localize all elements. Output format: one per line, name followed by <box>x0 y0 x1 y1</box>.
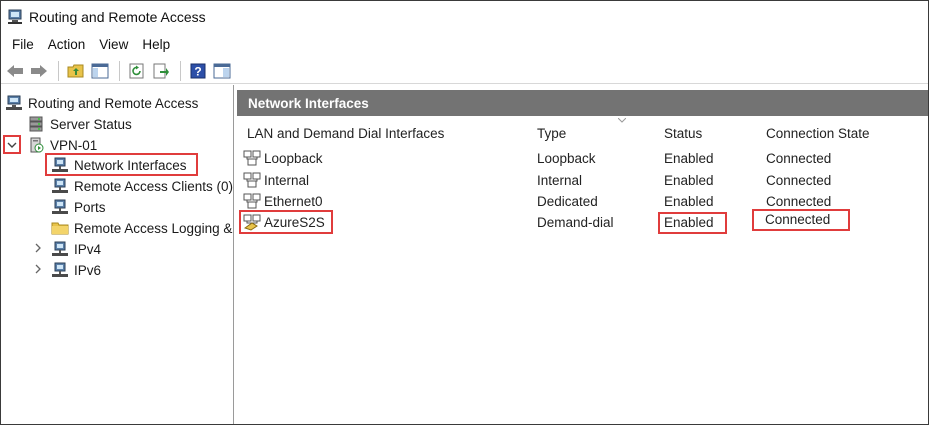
menu-view[interactable]: View <box>92 37 135 52</box>
ports-icon <box>51 199 69 215</box>
interface-name: Internal <box>264 172 310 188</box>
tree-item-remote-access-logging[interactable]: Remote Access Logging & <box>51 218 232 238</box>
network-adapter-icon <box>242 192 262 210</box>
tree-item-label: Network Interfaces <box>74 157 187 173</box>
tree-item-label: Remote Access Logging & <box>74 220 233 236</box>
server-status-icon <box>27 116 45 132</box>
toolbar-separator <box>180 60 181 81</box>
network-interface-icon <box>51 157 69 173</box>
help-icon[interactable]: ? <box>187 60 209 82</box>
folder-icon <box>51 220 69 236</box>
toolbar-separator <box>58 60 59 81</box>
tree-item-label: IPv4 <box>74 241 102 257</box>
table-row[interactable]: AzureS2S <box>242 213 325 231</box>
interface-name: Ethernet0 <box>264 193 323 209</box>
interface-status: Enabled <box>664 215 714 230</box>
interface-type: Demand-dial <box>537 215 614 230</box>
network-adapter-icon <box>242 149 262 167</box>
menu-file[interactable]: File <box>5 37 41 52</box>
demand-dial-icon <box>242 213 262 231</box>
chevron-right-icon[interactable] <box>32 263 44 275</box>
column-header-type[interactable]: Type <box>537 126 566 141</box>
column-header-interfaces[interactable]: LAN and Demand Dial Interfaces <box>247 126 444 141</box>
table-row[interactable]: Internal <box>242 171 309 189</box>
expander-highlight <box>3 135 21 154</box>
console-tree: Routing and Remote Access Server Status … <box>1 85 234 424</box>
forward-icon[interactable] <box>28 60 50 82</box>
routing-app-icon <box>7 9 23 25</box>
window-title: Routing and Remote Access <box>29 8 206 25</box>
tree-item-label: Server Status <box>50 116 132 132</box>
tree-item-network-interfaces[interactable]: Network Interfaces <box>51 155 187 175</box>
routing-server-icon <box>5 95 23 111</box>
interface-status: Enabled <box>664 151 714 166</box>
column-header-connection-state[interactable]: Connection State <box>766 126 870 141</box>
tree-item-server[interactable]: VPN-01 <box>27 135 97 155</box>
interface-status: Enabled <box>664 194 714 209</box>
menu-help[interactable]: Help <box>135 37 177 52</box>
tree-item-label: IPv6 <box>74 262 102 278</box>
back-icon[interactable] <box>4 60 26 82</box>
tree-item-label: Ports <box>74 199 106 215</box>
title-bar: Routing and Remote Access <box>1 1 928 32</box>
tree-item-label: VPN-01 <box>50 137 98 153</box>
interface-name: Loopback <box>264 150 323 166</box>
interface-status: Enabled <box>664 173 714 188</box>
interface-type: Dedicated <box>537 194 598 209</box>
svg-text:?: ? <box>194 64 201 78</box>
network-adapter-icon <box>242 171 262 189</box>
mmc-window: Routing and Remote Access File Action Vi… <box>0 0 929 425</box>
interface-name: AzureS2S <box>264 214 325 230</box>
sort-indicator-icon <box>618 118 626 123</box>
tree-item-ipv4[interactable]: IPv4 <box>51 239 101 259</box>
tree-item-label: Remote Access Clients (0) <box>74 178 234 194</box>
interface-connection-state: Connected <box>766 194 832 209</box>
server-running-icon <box>27 137 45 153</box>
remote-clients-icon <box>51 178 69 194</box>
menu-action[interactable]: Action <box>41 37 93 52</box>
interface-connection-state: Connected <box>766 173 832 188</box>
column-header-status[interactable]: Status <box>664 126 702 141</box>
tree-item-ports[interactable]: Ports <box>51 197 106 217</box>
toolbar: ? <box>1 58 928 84</box>
interface-connection-state: Connected <box>765 212 831 227</box>
interface-type: Internal <box>537 173 583 188</box>
tree-item-root[interactable]: Routing and Remote Access <box>5 93 198 113</box>
tree-item-server-status[interactable]: Server Status <box>27 114 132 134</box>
toolbar-separator <box>119 60 120 81</box>
ipv4-icon <box>51 241 69 257</box>
show-hide-tree-icon[interactable] <box>89 60 111 82</box>
interface-type: Loopback <box>537 151 596 166</box>
tree-item-remote-access-clients[interactable]: Remote Access Clients (0) <box>51 176 233 196</box>
tree-item-label: Routing and Remote Access <box>28 95 199 111</box>
chevron-right-icon[interactable] <box>32 242 44 254</box>
menu-bar: File Action View Help <box>1 33 928 55</box>
tree-item-ipv6[interactable]: IPv6 <box>51 260 101 280</box>
result-pane: Network Interfaces LAN and Demand Dial I… <box>237 90 928 424</box>
properties-pane-icon[interactable] <box>211 60 233 82</box>
table-row[interactable]: Ethernet0 <box>242 192 323 210</box>
ipv6-icon <box>51 262 69 278</box>
table-row[interactable]: Loopback <box>242 149 323 167</box>
interface-connection-state: Connected <box>766 151 832 166</box>
up-folder-icon[interactable] <box>65 60 87 82</box>
export-list-icon[interactable] <box>150 60 172 82</box>
pane-title: Network Interfaces <box>237 90 928 116</box>
refresh-icon[interactable] <box>126 60 148 82</box>
